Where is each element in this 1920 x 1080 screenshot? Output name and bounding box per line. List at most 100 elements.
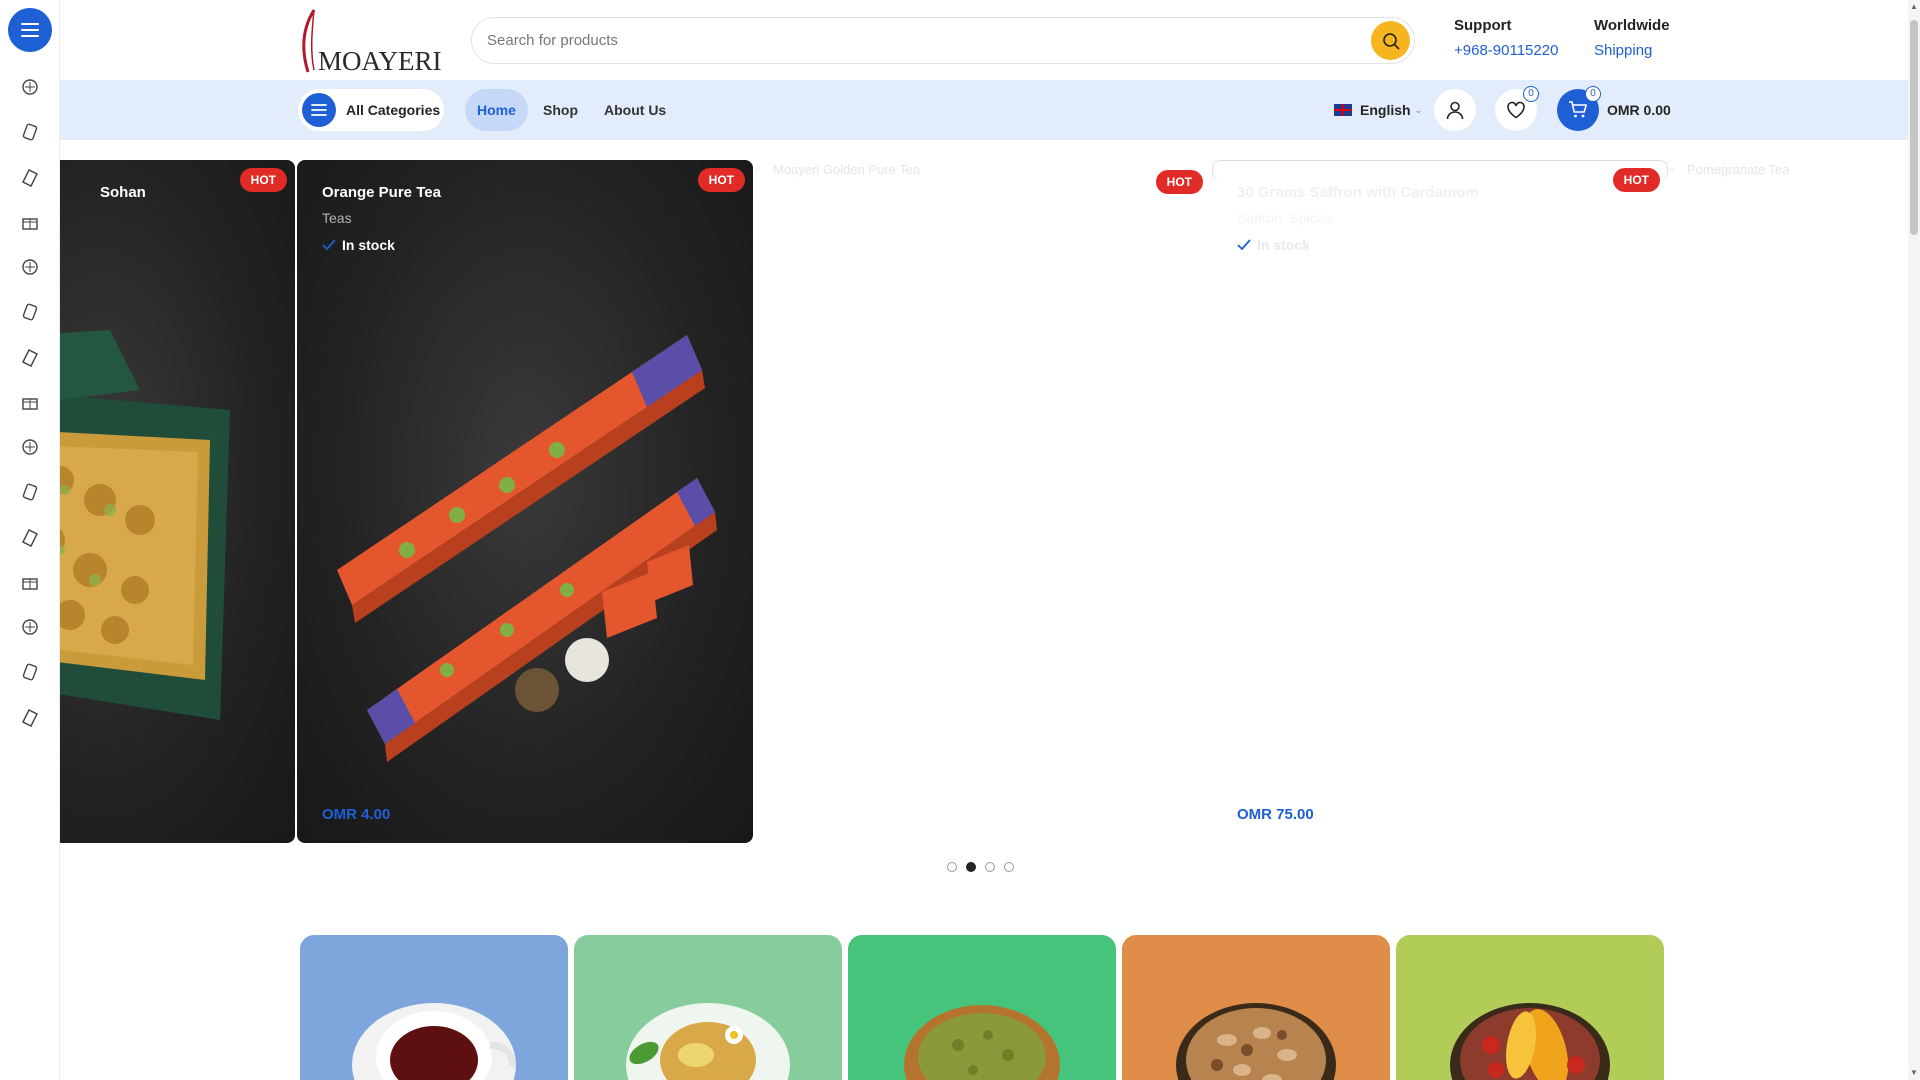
- stock-status: In stock: [322, 237, 395, 253]
- header: MOAYERI Search for products Support +968…: [60, 0, 1908, 80]
- product-image: [60, 330, 230, 720]
- heart-icon: [1507, 101, 1525, 119]
- user-icon: [1446, 101, 1464, 120]
- language-label: English: [1360, 102, 1411, 118]
- pastry-icon[interactable]: [0, 64, 60, 109]
- language-selector[interactable]: English ⌄: [1334, 89, 1422, 131]
- page-scrollbar[interactable]: ▲ ▼: [1908, 0, 1920, 1080]
- scroll-down-arrow-icon[interactable]: ▼: [1910, 1068, 1918, 1077]
- check-icon: [322, 239, 336, 251]
- product-card[interactable]: Sohan HOT: [60, 160, 295, 843]
- hot-badge: HOT: [239, 168, 287, 192]
- stock-label: In stock: [342, 237, 395, 253]
- product-image-alt: Moayeri Golden Pure Tea: [773, 162, 921, 177]
- category-tile-nuts[interactable]: [1122, 935, 1390, 1080]
- carousel-dot[interactable]: [1004, 862, 1014, 872]
- honey-icon[interactable]: [0, 649, 60, 694]
- hot-badge: HOT: [1612, 168, 1660, 192]
- broken-image-icon: ▫: [755, 162, 760, 177]
- shipping-link[interactable]: Shipping: [1594, 42, 1670, 59]
- shipping-info: Worldwide Shipping: [1594, 17, 1670, 59]
- product-title[interactable]: Sohan: [100, 184, 146, 201]
- product-card[interactable]: Orange Pure Tea Teas In stock OMR 4.00 H…: [297, 160, 753, 843]
- gift-icon[interactable]: [0, 199, 60, 244]
- hamburger-icon: [21, 23, 39, 37]
- product-price: OMR 75.00: [1237, 806, 1314, 823]
- nav-about-us[interactable]: About Us: [592, 89, 678, 131]
- support-title: Support: [1454, 17, 1512, 34]
- carousel-dot[interactable]: [947, 862, 957, 872]
- nuts-icon[interactable]: [0, 424, 60, 469]
- product-carousel: Sohan HOT Orange Pure Tea Teas In stock …: [60, 160, 1908, 843]
- brand-logo[interactable]: MOAYERI: [300, 6, 442, 76]
- all-categories-button[interactable]: All Categories: [298, 89, 444, 131]
- carousel-dot[interactable]: [985, 862, 995, 872]
- stock-label: In stock: [1257, 237, 1310, 253]
- cart-button[interactable]: 0: [1557, 86, 1601, 131]
- dessert-icon[interactable]: [0, 244, 60, 289]
- product-image: [337, 335, 717, 762]
- account-button[interactable]: [1434, 89, 1476, 131]
- broken-image-icon: ▫: [1669, 162, 1674, 177]
- nuts-image: [1176, 1003, 1336, 1080]
- check-icon: [1237, 239, 1251, 251]
- category-tile-green-herbs[interactable]: [848, 935, 1116, 1080]
- cart-icon: [1569, 101, 1587, 118]
- herbal-tea-image: [626, 1003, 790, 1080]
- saffron-icon[interactable]: [0, 469, 60, 514]
- menu-icon: [302, 93, 336, 127]
- left-sidebar: [0, 0, 60, 1080]
- product-category[interactable]: Saffron, Spices: [1237, 210, 1332, 226]
- worldwide-title: Worldwide: [1594, 17, 1670, 34]
- product-card[interactable]: 30 Grams Saffron with Cardamom Saffron, …: [1212, 160, 1668, 843]
- category-tile-black-tea[interactable]: [300, 935, 568, 1080]
- cart-count-badge: 0: [1585, 86, 1601, 102]
- spice-icon[interactable]: [0, 604, 60, 649]
- chevron-down-icon: ⌄: [1414, 104, 1423, 115]
- bottle-icon[interactable]: [0, 559, 60, 604]
- category-tile-dried-fruits[interactable]: [1396, 935, 1664, 1080]
- uk-flag-icon: [1334, 104, 1352, 116]
- dried-fruit-icon[interactable]: [0, 694, 60, 739]
- candy-icon[interactable]: [0, 109, 60, 154]
- cake-icon[interactable]: [0, 379, 60, 424]
- cart-total[interactable]: OMR 0.00: [1607, 89, 1671, 131]
- tea-box-icon[interactable]: [0, 154, 60, 199]
- wishlist-count-badge: 0: [1523, 86, 1539, 102]
- product-card[interactable]: ▫ Moayeri Golden Pure Tea HOT: [755, 160, 1211, 843]
- search-bar[interactable]: Search for products: [471, 17, 1415, 64]
- category-tile-herbal-tea[interactable]: [574, 935, 842, 1080]
- hot-badge: HOT: [1155, 170, 1203, 194]
- product-category[interactable]: Teas: [322, 210, 352, 226]
- nav-home[interactable]: Home: [465, 89, 528, 131]
- product-title[interactable]: 30 Grams Saffron with Cardamom: [1237, 184, 1479, 201]
- stock-status: In stock: [1237, 237, 1310, 253]
- carousel-pagination: [947, 862, 1014, 872]
- dessert-alt-icon[interactable]: [0, 289, 60, 334]
- coffee-icon[interactable]: [0, 334, 60, 379]
- sidebar-category-icons: [0, 64, 60, 739]
- herbs-icon[interactable]: [0, 514, 60, 559]
- search-button[interactable]: [1371, 21, 1410, 60]
- search-icon: [1382, 32, 1399, 49]
- nav-shop[interactable]: Shop: [531, 89, 590, 131]
- hot-badge: HOT: [697, 168, 745, 192]
- product-title[interactable]: Orange Pure Tea: [322, 184, 441, 201]
- search-input[interactable]: Search for products: [487, 32, 618, 49]
- product-image-alt: Pomegranate Tea: [1687, 162, 1790, 177]
- wishlist-button[interactable]: 0: [1495, 86, 1539, 131]
- main-navbar: All Categories Home Shop About Us Englis…: [60, 80, 1908, 140]
- scroll-thumb[interactable]: [1910, 20, 1918, 235]
- sidebar-menu-button[interactable]: [8, 8, 52, 52]
- product-price: OMR 4.00: [322, 806, 391, 823]
- scroll-up-arrow-icon[interactable]: ▲: [1910, 2, 1918, 11]
- page: MOAYERI Search for products Support +968…: [0, 0, 1920, 1080]
- black-tea-image: [352, 1003, 516, 1080]
- support-info: Support +968-90115220: [1454, 17, 1558, 59]
- dried-fruits-image: [1450, 1003, 1610, 1080]
- green-herbs-image: [904, 1005, 1060, 1080]
- all-categories-label: All Categories: [346, 102, 441, 118]
- carousel-dot[interactable]: [966, 862, 976, 872]
- product-card[interactable]: ▫ Pomegranate Tea: [1669, 160, 1908, 843]
- support-phone-link[interactable]: +968-90115220: [1454, 42, 1558, 59]
